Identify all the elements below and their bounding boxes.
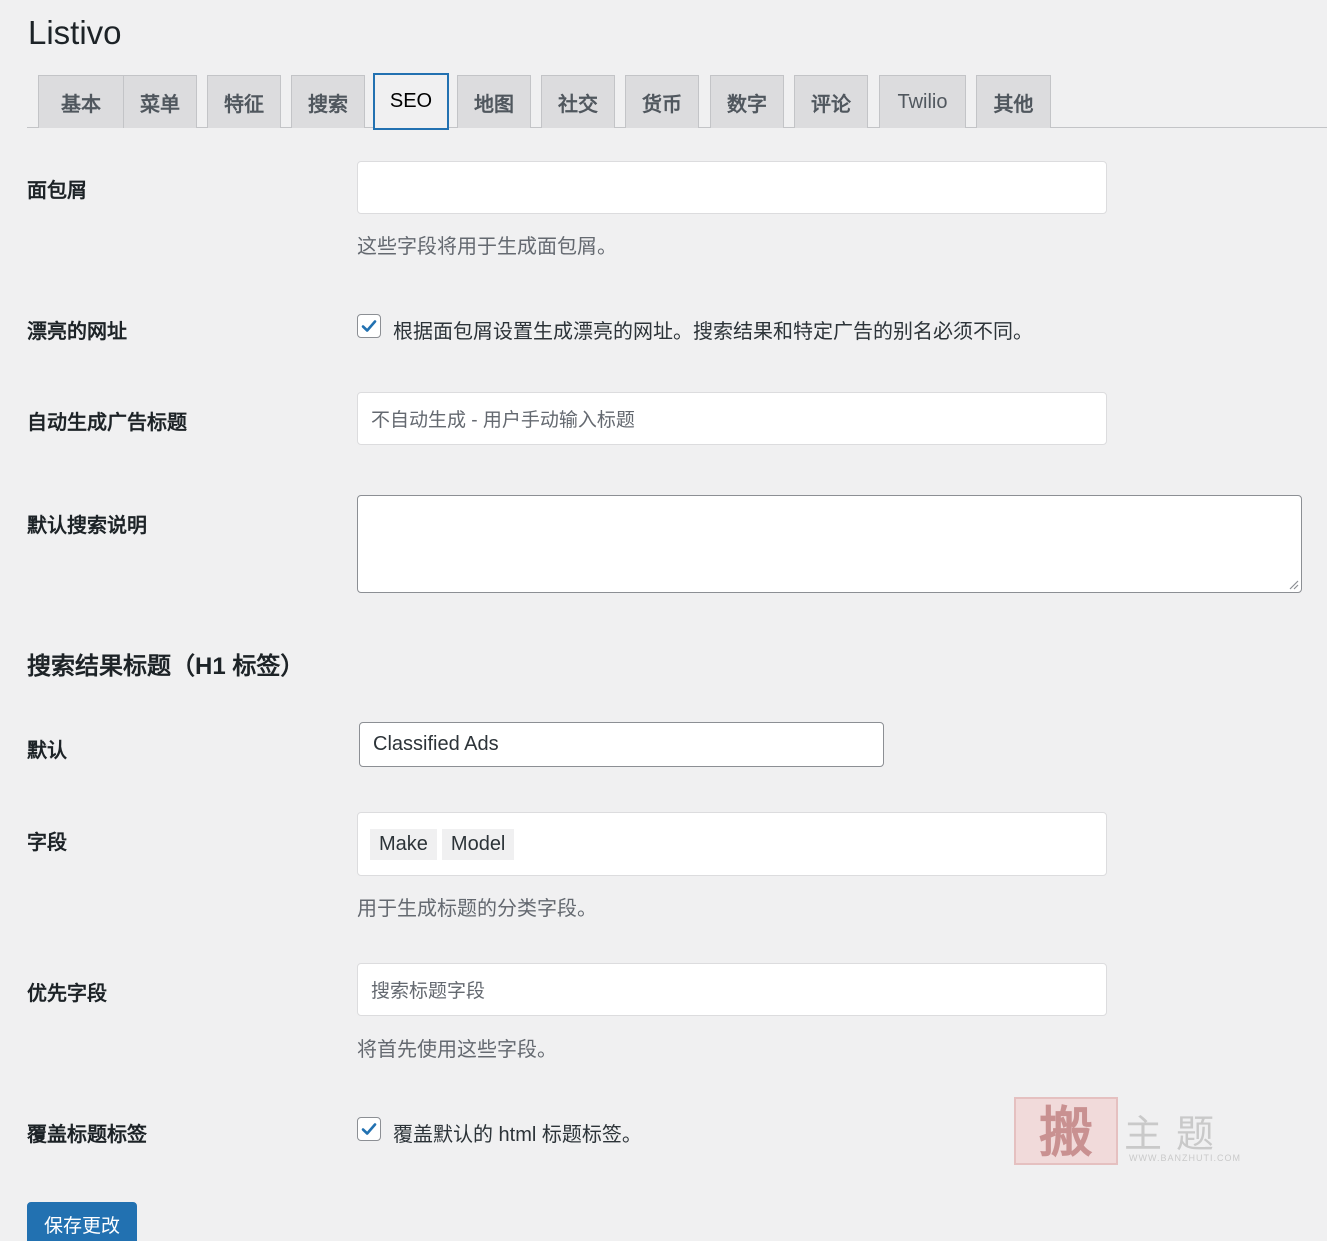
auto-title-label: 自动生成广告标题 xyxy=(27,412,187,434)
breadcrumbs-input[interactable] xyxy=(357,161,1107,214)
override-title-tag-label: 覆盖标题标签 xyxy=(27,1124,147,1146)
default-title-input[interactable]: Classified Ads xyxy=(359,722,884,767)
search-results-title-heading: 搜索结果标题（H1 标签） xyxy=(27,653,305,680)
priority-fields-help: 将首先使用这些字段。 xyxy=(357,1039,557,1061)
watermark-url: WWW.BANZHUTI.COM xyxy=(1129,1153,1241,1163)
fields-help: 用于生成标题的分类字段。 xyxy=(357,898,597,920)
override-title-tag-description: 覆盖默认的 html 标题标签。 xyxy=(393,1124,642,1146)
default-search-description-textarea[interactable] xyxy=(357,495,1302,593)
tab-basic[interactable]: 基本 xyxy=(38,75,124,128)
default-search-description-label: 默认搜索说明 xyxy=(27,515,147,537)
breadcrumbs-help: 这些字段将用于生成面包屑。 xyxy=(357,236,617,258)
save-changes-button[interactable]: 保存更改 xyxy=(27,1202,137,1241)
pretty-urls-label: 漂亮的网址 xyxy=(27,321,127,343)
priority-fields-label: 优先字段 xyxy=(27,983,107,1005)
tab-map[interactable]: 地图 xyxy=(457,75,531,128)
tab-features[interactable]: 特征 xyxy=(207,75,281,128)
auto-title-select[interactable]: 不自动生成 - 用户手动输入标题 xyxy=(357,392,1107,445)
checkmark-icon xyxy=(361,320,377,332)
watermark-logo: 搬 主题 WWW.BANZHUTI.COM xyxy=(1014,1097,1244,1167)
tab-twilio[interactable]: Twilio xyxy=(879,75,966,128)
watermark-text: 主题 xyxy=(1124,1112,1229,1156)
breadcrumbs-label: 面包屑 xyxy=(27,180,87,202)
tab-numbers[interactable]: 数字 xyxy=(710,75,784,128)
field-tag[interactable]: Make xyxy=(370,828,437,860)
field-tag[interactable]: Model xyxy=(441,828,515,860)
tab-social[interactable]: 社交 xyxy=(541,75,615,128)
tab-menu[interactable]: 菜单 xyxy=(123,75,197,128)
pretty-urls-checkbox[interactable] xyxy=(357,314,381,338)
page-title: Listivo xyxy=(28,14,122,51)
checkmark-icon xyxy=(361,1123,377,1135)
fields-label: 字段 xyxy=(27,832,67,854)
settings-tabs: 基本 菜单 特征 搜索 SEO 地图 社交 货币 数字 评论 Twilio 其他 xyxy=(27,73,1327,130)
override-title-tag-checkbox[interactable] xyxy=(357,1117,381,1141)
fields-tag-input[interactable]: Make Model xyxy=(357,812,1107,876)
tab-currency[interactable]: 货币 xyxy=(625,75,699,128)
pretty-urls-description: 根据面包屑设置生成漂亮的网址。搜索结果和特定广告的别名必须不同。 xyxy=(393,321,1033,343)
tab-seo[interactable]: SEO xyxy=(373,73,449,130)
resize-handle-icon[interactable] xyxy=(1287,578,1299,590)
default-title-label: 默认 xyxy=(27,740,67,762)
priority-fields-input[interactable]: 搜索标题字段 xyxy=(357,963,1107,1016)
tab-search[interactable]: 搜索 xyxy=(291,75,365,128)
tab-other[interactable]: 其他 xyxy=(976,75,1051,128)
tab-reviews[interactable]: 评论 xyxy=(794,75,868,128)
watermark-char: 搬 xyxy=(1014,1097,1118,1165)
